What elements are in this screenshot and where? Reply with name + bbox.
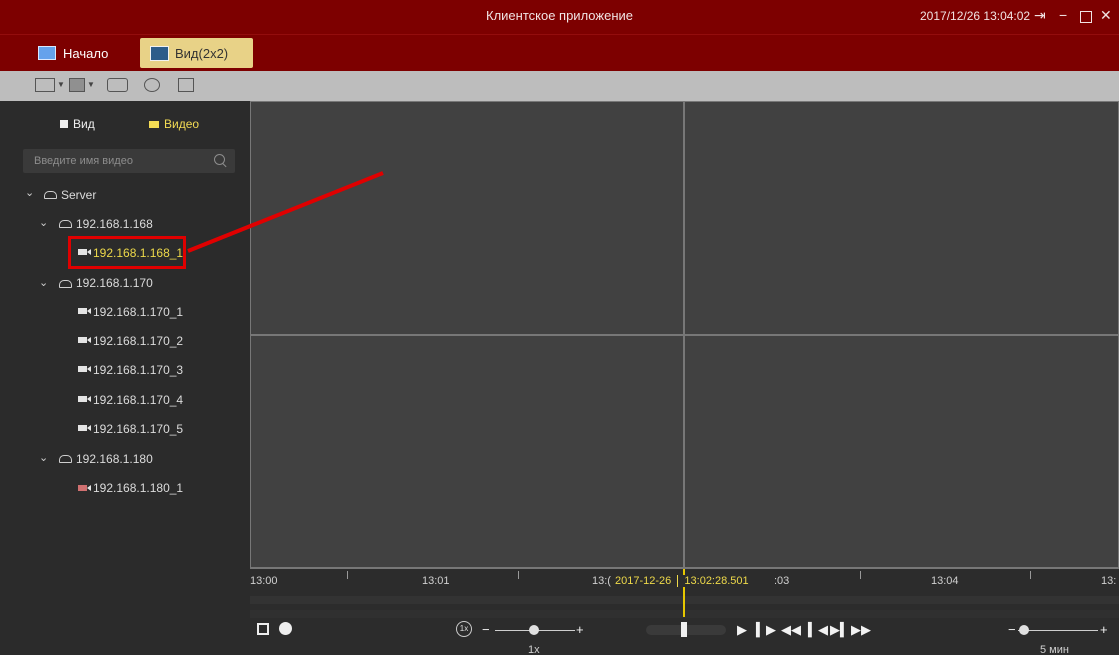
tree-camera-180-1[interactable]: 192.168.1.180_1 [93, 481, 183, 495]
chevron-down-icon[interactable]: ⌄ [39, 451, 48, 464]
stop-record-button[interactable] [257, 623, 269, 635]
speed-badge[interactable]: 1x [456, 621, 472, 637]
grid-small-icon [60, 120, 68, 128]
step-forward-button[interactable]: ▍▶ [756, 622, 776, 638]
tick [518, 571, 519, 579]
tab-view-label: Вид(2x2) [175, 45, 229, 61]
minimize-button[interactable]: − [1059, 7, 1067, 23]
next-button[interactable]: ▶▍ [830, 622, 850, 638]
tree-group-170[interactable]: 192.168.1.170 [76, 276, 153, 290]
search-icon[interactable] [214, 154, 225, 165]
tree-camera-170-2[interactable]: 192.168.1.170_2 [93, 334, 183, 348]
video-pane-4[interactable] [684, 335, 1119, 568]
sidebar-tab-view-label: Вид [73, 117, 95, 131]
speed-minus-button[interactable]: − [482, 622, 490, 637]
grid-dropdown-icon[interactable]: ▼ [87, 80, 95, 89]
zoom-plus-button[interactable]: + [1100, 622, 1108, 637]
tick-label-3: 13:( [592, 575, 611, 587]
speed-label: 1x [528, 644, 540, 656]
skip-to-end-button[interactable]: ▶▶ [851, 622, 871, 638]
monitor-icon [38, 46, 56, 60]
chevron-down-icon[interactable]: ⌄ [39, 216, 48, 229]
camera-icon [78, 425, 91, 431]
tab-view[interactable]: Вид(2x2) [140, 38, 253, 68]
tab-start-label: Начало [63, 45, 109, 61]
chevron-down-icon[interactable]: ⌄ [39, 276, 48, 289]
video-camera-icon [149, 120, 159, 128]
sidebar-tab-video-label: Видео [164, 117, 200, 131]
timeline-timestamp: 2017-12-26 13:02:28.501 [612, 575, 752, 588]
clock: 2017/12/26 13:04:02 [920, 9, 1031, 23]
camera-icon [78, 249, 91, 255]
tick [347, 571, 348, 579]
camera-icon [78, 396, 91, 402]
camera-icon [78, 308, 91, 314]
tick-label-4: :03 [774, 575, 790, 587]
tick-label-5: 13:04 [931, 575, 959, 587]
zoom-slider-track[interactable] [1018, 630, 1098, 631]
server-icon [59, 280, 72, 288]
logout-icon[interactable]: ⇥ [1034, 7, 1046, 23]
server-icon [59, 455, 72, 463]
timestamp-date: 2017-12-26 [615, 575, 672, 587]
chevron-down-icon[interactable]: ⌄ [25, 186, 34, 199]
previous-button[interactable]: ▍◀ [808, 622, 828, 638]
timestamp-time: 13:02:28.501 [684, 575, 749, 587]
tick [860, 571, 861, 579]
sidebar-tab-view[interactable]: Вид [60, 117, 95, 131]
tree-camera-168-1[interactable]: 192.168.1.168_1 [93, 246, 183, 260]
camera-offline-icon [78, 485, 91, 491]
server-icon [59, 220, 72, 228]
tree-camera-170-5[interactable]: 192.168.1.170_5 [93, 422, 183, 436]
tree-root-server[interactable]: Server [61, 188, 96, 202]
record-icon[interactable] [144, 78, 160, 92]
annotation-line [187, 171, 384, 253]
zoom-slider-knob[interactable] [1019, 625, 1029, 635]
tree-camera-170-1[interactable]: 192.168.1.170_1 [93, 305, 183, 319]
progress-knob[interactable] [681, 622, 687, 637]
grid-icon[interactable] [69, 78, 85, 92]
clock-icon[interactable] [279, 622, 292, 635]
zoom-label: 5 мин [1040, 644, 1069, 656]
video-pane-2[interactable] [684, 101, 1119, 335]
play-button[interactable]: ▶ [737, 622, 747, 638]
tick [1030, 571, 1031, 579]
skip-to-start-button[interactable]: ◀◀ [781, 622, 801, 638]
tree-group-180[interactable]: 192.168.1.180 [76, 452, 153, 466]
tree-group-168[interactable]: 192.168.1.168 [76, 217, 153, 231]
server-icon [44, 191, 57, 199]
sidebar-tab-video[interactable]: Видео [149, 117, 199, 131]
tick-label-2: 13:01 [422, 575, 450, 587]
layout-select-icon[interactable] [35, 78, 55, 92]
zoom-minus-button[interactable]: − [1008, 622, 1016, 637]
camera-icon [78, 337, 91, 343]
tick-label-1: 13:00 [250, 575, 278, 587]
clapper-icon [150, 45, 169, 61]
tab-start[interactable]: Начало [38, 38, 128, 68]
layout-dropdown-icon[interactable]: ▼ [57, 80, 65, 89]
maximize-button[interactable] [1080, 11, 1092, 23]
close-button[interactable]: ✕ [1100, 7, 1112, 23]
toolbar [0, 71, 1119, 101]
fullscreen-icon[interactable] [178, 78, 194, 92]
speed-plus-button[interactable]: + [576, 622, 584, 637]
speed-slider-knob[interactable] [529, 625, 539, 635]
tree-camera-170-4[interactable]: 192.168.1.170_4 [93, 393, 183, 407]
search-placeholder: Введите имя видео [34, 155, 133, 167]
camera-snapshot-icon[interactable] [107, 78, 128, 92]
tree-camera-170-3[interactable]: 192.168.1.170_3 [93, 363, 183, 377]
tick-label-6: 13: [1101, 575, 1117, 587]
camera-icon [78, 366, 91, 372]
video-pane-3[interactable] [250, 335, 684, 568]
